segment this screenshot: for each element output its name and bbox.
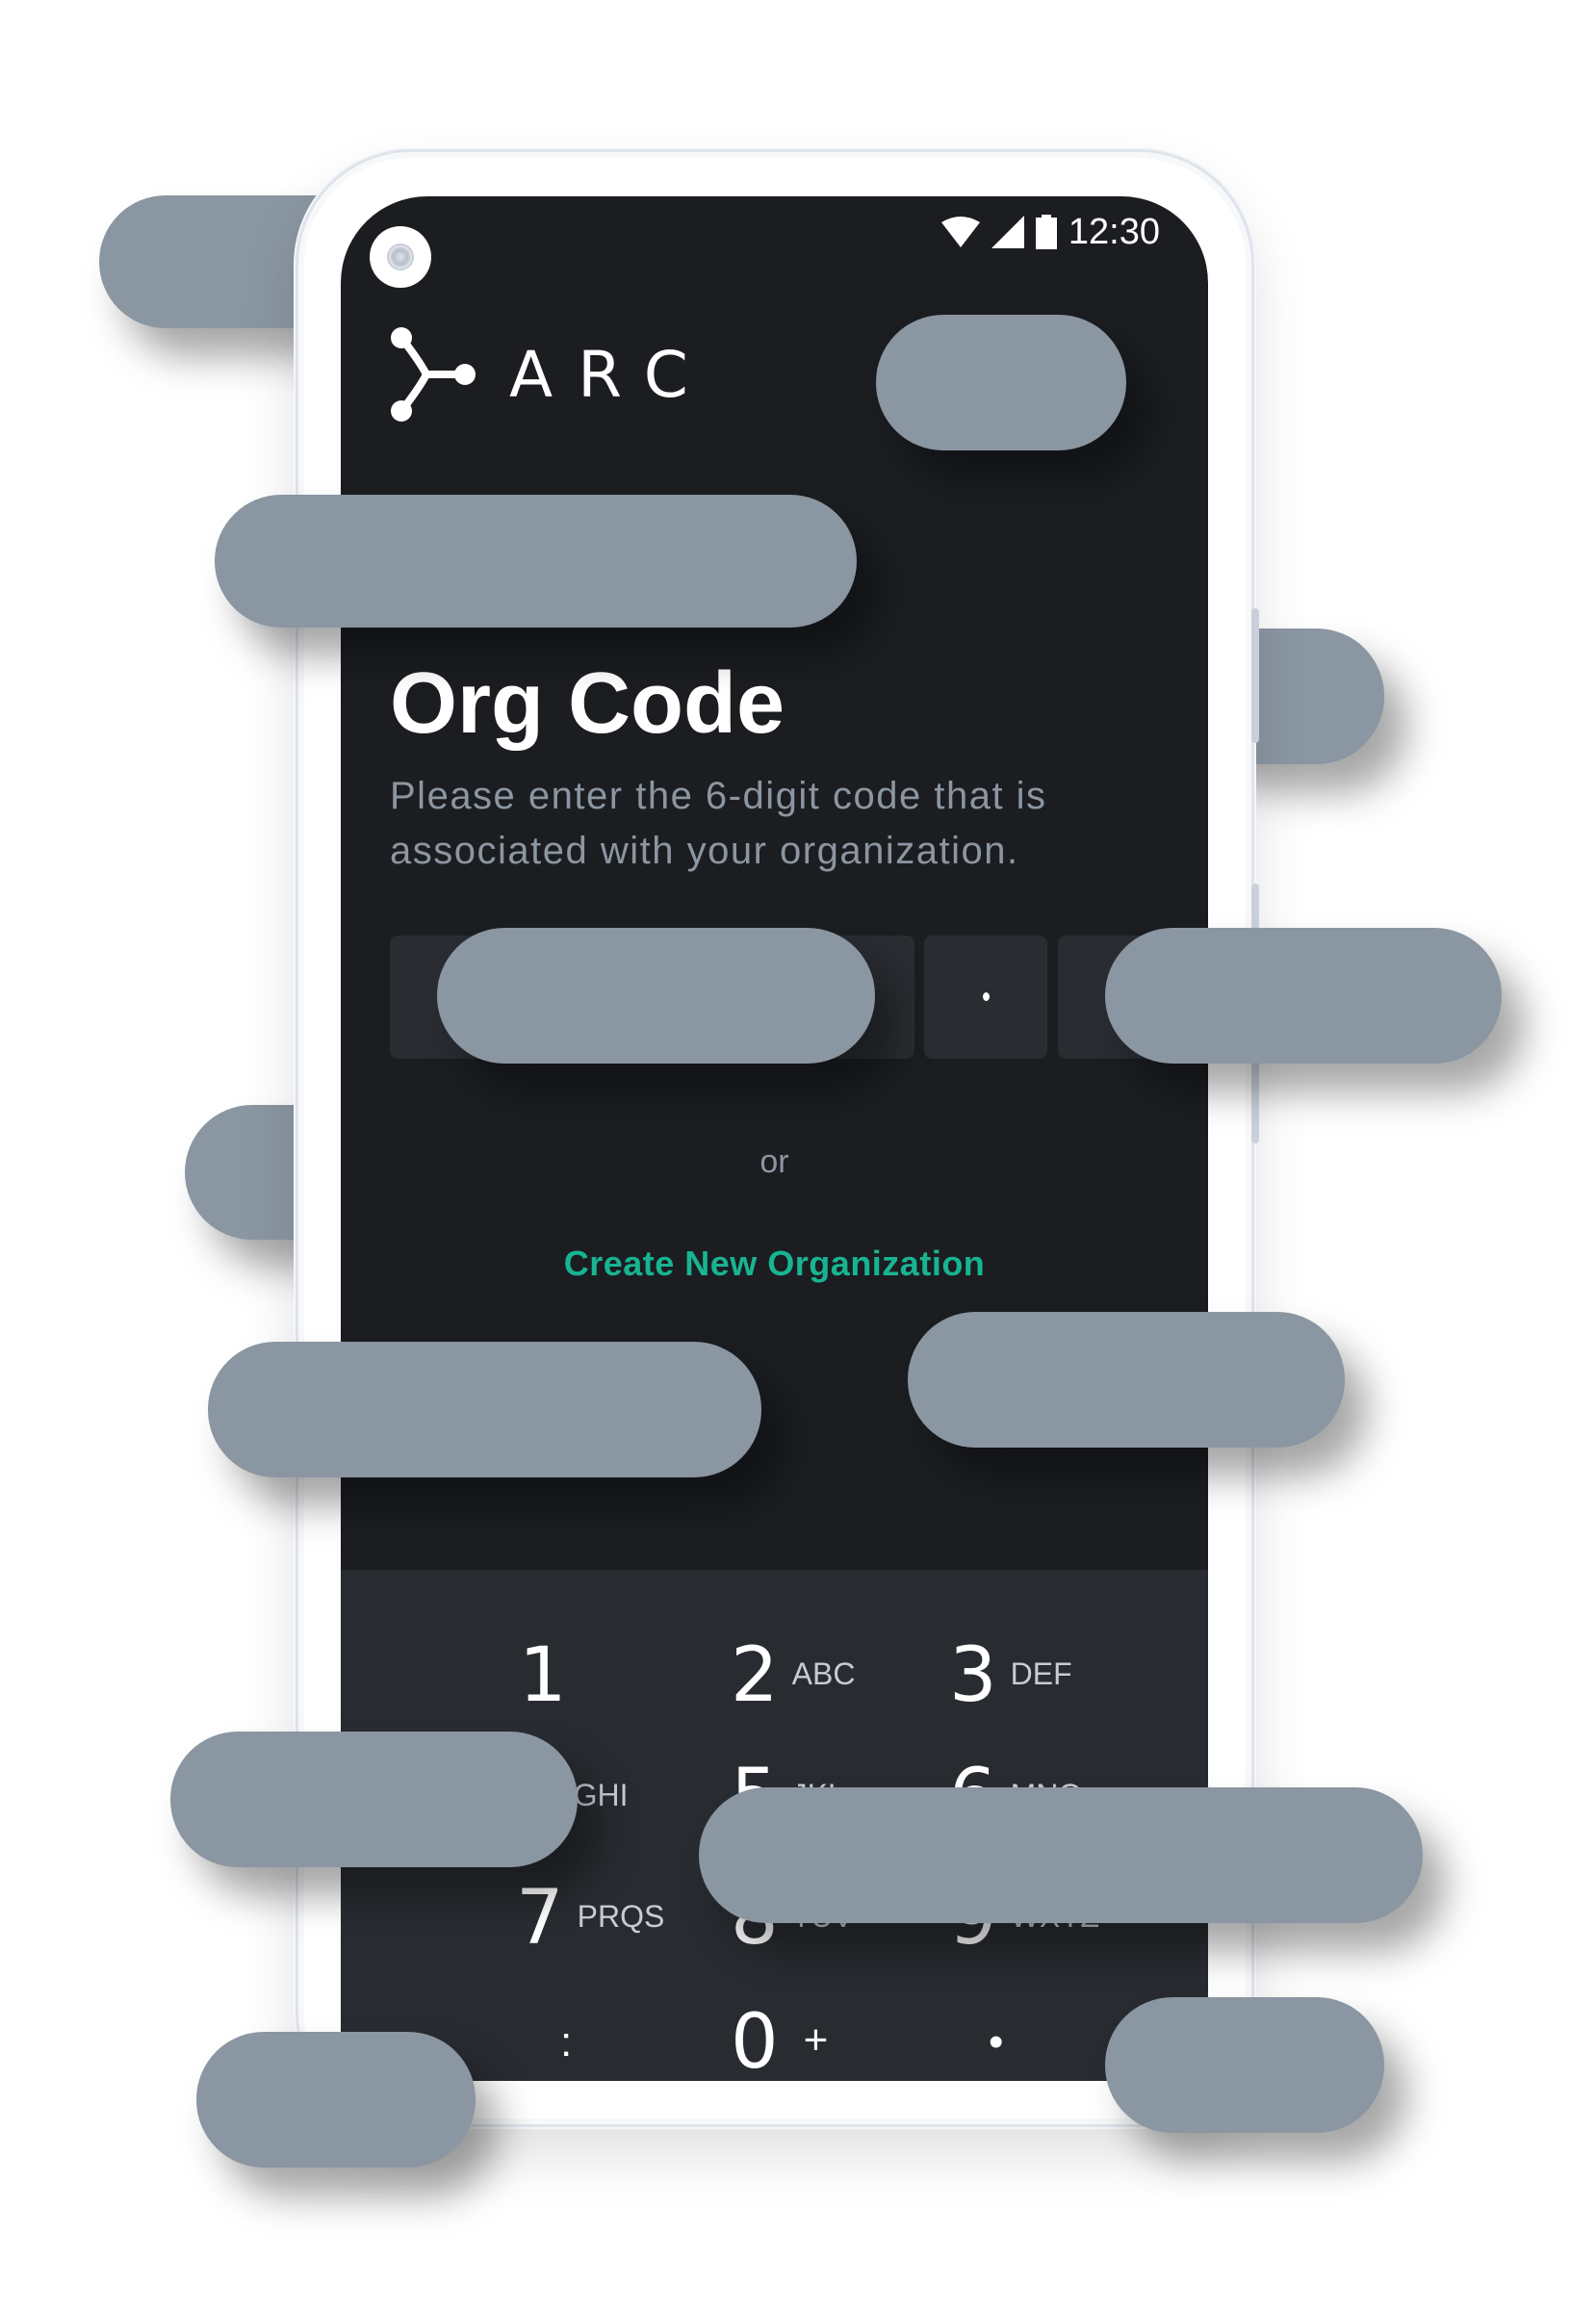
page-description: Please enter the 6-digit code that is as… xyxy=(390,775,1047,872)
key-colon[interactable]: : xyxy=(560,1989,572,2081)
key-0[interactable]: 0 + xyxy=(731,1989,828,2081)
page-title: Org Code xyxy=(390,655,785,752)
redaction-overlay xyxy=(908,1312,1345,1448)
key-7[interactable]: 7 PRQS xyxy=(516,1865,664,1971)
redaction-overlay xyxy=(1105,1997,1384,2133)
redaction-overlay xyxy=(876,315,1126,450)
arc-logo-icon xyxy=(391,327,476,422)
status-time: 12:30 xyxy=(1068,211,1160,252)
key-1[interactable]: 1 xyxy=(519,1623,567,1729)
create-organization-link[interactable]: Create New Organization xyxy=(341,1244,1208,1284)
status-bar: 12:30 xyxy=(940,208,1160,256)
wifi-icon xyxy=(940,217,980,247)
key-2[interactable]: 2 ABC xyxy=(731,1623,855,1729)
redaction-overlay xyxy=(1105,928,1502,1064)
code-digit-5[interactable] xyxy=(924,936,1047,1059)
redaction-overlay xyxy=(196,2032,476,2168)
or-separator: or xyxy=(759,1143,789,1180)
redaction-overlay xyxy=(170,1732,578,1867)
key-3[interactable]: 3 DEF xyxy=(949,1623,1072,1729)
redaction-overlay xyxy=(215,495,857,628)
battery-icon xyxy=(1035,215,1057,249)
cursor-dot xyxy=(983,992,990,1001)
app-logo-text: ARC xyxy=(509,337,713,412)
redaction-overlay xyxy=(699,1787,1423,1923)
app-logo: ARC xyxy=(390,326,713,423)
signal-icon xyxy=(991,216,1024,248)
power-button xyxy=(1251,608,1259,743)
key-period[interactable]: • xyxy=(989,1989,1003,2081)
redaction-overlay xyxy=(208,1342,761,1477)
camera-icon xyxy=(370,226,431,288)
redaction-overlay xyxy=(437,928,875,1064)
